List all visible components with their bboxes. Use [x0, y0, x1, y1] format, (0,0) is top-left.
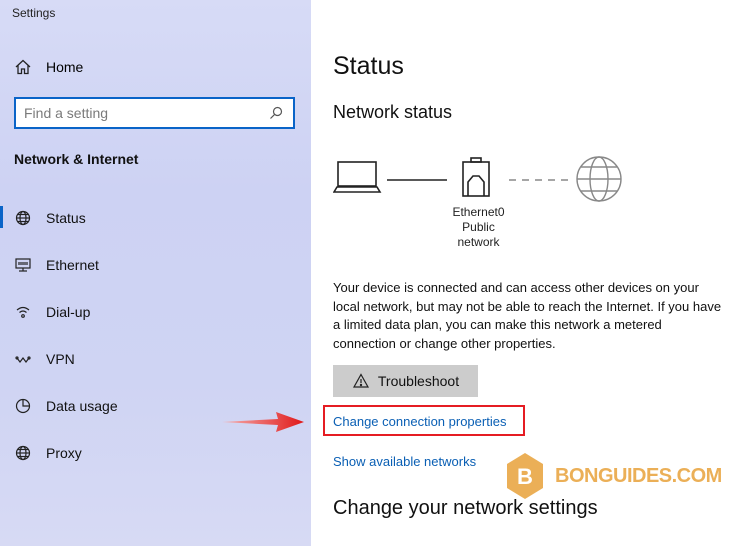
status-description: Your device is connected and can access …	[333, 280, 722, 351]
troubleshoot-button[interactable]: Troubleshoot	[333, 365, 478, 397]
ethernet-icon	[14, 256, 32, 274]
network-status-heading: Network status	[333, 102, 453, 122]
home-icon	[14, 58, 32, 76]
adapter-info: Ethernet0 Public network	[441, 205, 516, 250]
annotation-arrow	[222, 412, 304, 432]
ethernet-port-icon	[462, 157, 490, 197]
home-label: Home	[46, 59, 84, 75]
sidebar-item-label: Proxy	[46, 444, 82, 461]
search-box[interactable]	[14, 97, 295, 129]
search-input[interactable]	[24, 105, 267, 121]
app-title: Settings	[12, 6, 56, 20]
vpn-icon	[14, 350, 32, 368]
home-nav-item[interactable]: Home	[14, 58, 83, 76]
troubleshoot-label: Troubleshoot	[377, 373, 460, 389]
page-title: Status	[333, 52, 404, 80]
search-icon[interactable]	[267, 104, 285, 122]
internet-globe-icon	[576, 156, 622, 202]
sidebar-item-label: Data usage	[46, 397, 118, 414]
sidebar-item-label: VPN	[46, 350, 75, 367]
dialup-icon	[14, 303, 32, 321]
change-settings-heading: Change your network settings	[333, 497, 598, 519]
section-title: Network & Internet	[14, 151, 139, 167]
change-connection-properties-link[interactable]: Change connection properties	[333, 414, 506, 429]
network-type: Public network	[457, 220, 500, 249]
globe-icon	[14, 209, 32, 227]
sidebar-item-label: Status	[46, 209, 86, 226]
sidebar-item-ethernet[interactable]: Ethernet	[0, 241, 311, 288]
watermark: B BONGUIDES.COM	[505, 452, 722, 500]
sidebar: Settings Home Network & Internet Status …	[0, 0, 311, 546]
data-usage-icon	[14, 397, 32, 415]
sidebar-item-label: Ethernet	[46, 256, 99, 273]
sidebar-item-vpn[interactable]: VPN	[0, 335, 311, 382]
sidebar-item-dial-up[interactable]: Dial-up	[0, 288, 311, 335]
watermark-logo-icon: B	[507, 453, 543, 499]
sidebar-item-label: Dial-up	[46, 303, 91, 320]
show-available-networks-link[interactable]: Show available networks	[333, 454, 476, 469]
laptop-icon	[333, 161, 382, 193]
sidebar-item-status[interactable]: Status	[0, 194, 311, 241]
watermark-text: BONGUIDES.COM	[555, 464, 722, 487]
svg-text:B: B	[517, 464, 533, 489]
warning-icon	[352, 372, 370, 390]
globe-icon	[14, 444, 32, 462]
adapter-name: Ethernet0	[452, 205, 505, 219]
